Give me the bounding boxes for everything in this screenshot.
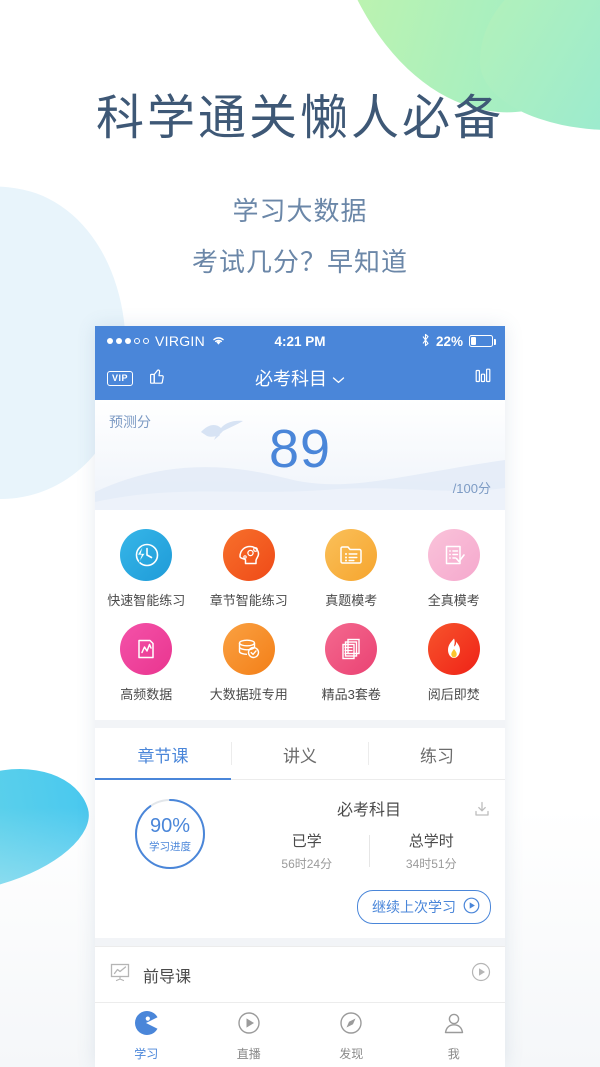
play-circle-icon (236, 1010, 262, 1041)
bigdata-class-icon (222, 623, 275, 675)
compass-icon (338, 1010, 364, 1041)
app-screenshot: 科学通关懒人必备 学习大数据 考试几分？早知道 VIRGIN 4:21 PM 2… (0, 0, 600, 1067)
lesson-title: 前导课 (143, 968, 192, 986)
progress-ring-column: 90% 学习进度 (95, 797, 245, 871)
tabbar-label: 直播 (236, 1047, 261, 1061)
bottom-tabbar: 学习 直播 发现 我 (95, 1003, 505, 1067)
signal-strength-icon (107, 338, 149, 344)
phone-mockup: VIRGIN 4:21 PM 22% VIP 必考科目 预测分 89 /100分… (95, 326, 505, 1067)
chevron-down-icon[interactable] (332, 368, 345, 389)
full-mock-exam-icon (427, 529, 480, 581)
carrier-name: VIRGIN (155, 333, 206, 349)
progress-ring: 90% 学习进度 (133, 797, 207, 871)
tabbar-label: 发现 (339, 1047, 364, 1061)
bluetooth-icon (421, 333, 430, 350)
feature-premium-papers[interactable]: 精品3套卷 (300, 616, 403, 710)
stat-key: 总学时 (408, 833, 454, 850)
tab-label: 章节课 (137, 747, 189, 766)
section-divider (95, 938, 505, 946)
predicted-score-card[interactable]: 预测分 89 /100分 (95, 400, 505, 510)
app-navbar: VIP 必考科目 (95, 356, 505, 400)
bar-chart-icon[interactable] (473, 366, 493, 391)
play-circle-icon (463, 897, 480, 917)
hero-subtitle-2: 考试几分？早知道 (191, 246, 408, 277)
tab-practice[interactable]: 练习 (369, 728, 505, 779)
fast-smart-practice-icon (120, 529, 173, 581)
status-time: 4:21 PM (274, 333, 326, 349)
tab-label: 练习 (420, 747, 454, 766)
section-divider (95, 720, 505, 728)
tabbar-label: 学习 (134, 1047, 159, 1061)
stat-key: 已学 (291, 833, 322, 850)
play-circle-icon[interactable] (471, 962, 491, 987)
pacman-study-icon (133, 1010, 159, 1041)
feature-burn-after-reading[interactable]: 阅后即焚 (403, 616, 506, 710)
vip-badge[interactable]: VIP (107, 370, 134, 386)
high-frequency-data-icon (120, 623, 173, 675)
study-progress-block: 90% 学习进度 必考科目 已学 56时24分 总学时 34时51分 (95, 780, 505, 884)
progress-stats: 已学 56时24分 总学时 34时51分 (245, 830, 493, 872)
score-unit: /100分 (452, 481, 491, 496)
download-icon[interactable] (473, 800, 491, 823)
tabbar-label: 我 (447, 1047, 460, 1061)
tab-label: 讲义 (283, 747, 317, 766)
stat-value: 34时51分 (405, 857, 457, 871)
score-value: 89 (268, 419, 332, 479)
continue-button-label: 继续上次学习 (372, 899, 456, 915)
progress-caption: 学习进度 (149, 840, 191, 853)
feature-chapter-smart-practice[interactable]: 章节智能练习 (198, 522, 301, 616)
tab-handouts[interactable]: 讲义 (232, 728, 368, 779)
lesson-row[interactable]: 前导课 (95, 946, 505, 1003)
feature-label: 精品3套卷 (321, 687, 381, 702)
battery-icon (469, 335, 496, 347)
feature-label: 快速智能练习 (107, 593, 186, 608)
feature-fast-smart-practice[interactable]: 快速智能练习 (95, 522, 198, 616)
tab-chapter-course[interactable]: 章节课 (95, 728, 231, 780)
course-title: 必考科目 (336, 802, 401, 819)
hero-title: 科学通关懒人必备 (95, 92, 504, 145)
feature-label: 真题模考 (325, 593, 378, 608)
tabbar-item-profile[interactable]: 我 (403, 1010, 506, 1062)
feature-bigdata-class[interactable]: 大数据班专用 (198, 616, 301, 710)
chapter-smart-practice-icon (222, 529, 275, 581)
burn-after-reading-icon (427, 623, 480, 675)
status-bar: VIRGIN 4:21 PM 22% (95, 326, 505, 356)
continue-row: 继续上次学习 (95, 884, 505, 938)
chart-board-icon (109, 961, 131, 988)
stat-studied: 已学 56时24分 (245, 830, 369, 872)
thumbs-up-icon[interactable] (147, 366, 167, 391)
feature-label: 阅后即焚 (427, 687, 480, 702)
tabbar-item-live[interactable]: 直播 (198, 1010, 301, 1062)
hero-subtitle-1: 学习大数据 (232, 195, 368, 226)
battery-percent-label: 22% (435, 333, 463, 349)
person-icon (441, 1010, 467, 1041)
wifi-icon (211, 334, 226, 349)
feature-grid: 快速智能练习 章节智能练习 真题模考 全真模考 高频数据 大数据班专用 精品3套… (95, 510, 505, 720)
feature-high-frequency-data[interactable]: 高频数据 (95, 616, 198, 710)
feature-grid-row-1: 快速智能练习 章节智能练习 真题模考 全真模考 (95, 522, 505, 616)
cyan-blob-decoration (0, 749, 102, 911)
premium-papers-icon (325, 623, 378, 675)
stat-value: 56时24分 (281, 857, 333, 871)
feature-real-exam[interactable]: 真题模考 (300, 522, 403, 616)
navbar-title[interactable]: 必考科目 (255, 365, 327, 391)
feature-label: 全真模考 (427, 593, 480, 608)
continue-last-study-button[interactable]: 继续上次学习 (357, 890, 491, 924)
feature-full-mock-exam[interactable]: 全真模考 (403, 522, 506, 616)
tabbar-item-study[interactable]: 学习 (95, 1010, 198, 1062)
stat-total-hours: 总学时 34时51分 (370, 830, 494, 872)
feature-grid-row-2: 高频数据 大数据班专用 精品3套卷 阅后即焚 (95, 616, 505, 710)
real-exam-icon (325, 529, 378, 581)
tabbar-item-discover[interactable]: 发现 (300, 1010, 403, 1062)
feature-label: 大数据班专用 (209, 687, 288, 702)
progress-percent: 90% (149, 814, 191, 837)
hero-section: 科学通关懒人必备 学习大数据 考试几分？早知道 (0, 0, 600, 279)
feature-label: 高频数据 (120, 687, 173, 702)
progress-info-column: 必考科目 已学 56时24分 总学时 34时51分 (245, 796, 505, 872)
content-tabs: 章节课 讲义 练习 (95, 728, 505, 780)
feature-label: 章节智能练习 (209, 593, 288, 608)
